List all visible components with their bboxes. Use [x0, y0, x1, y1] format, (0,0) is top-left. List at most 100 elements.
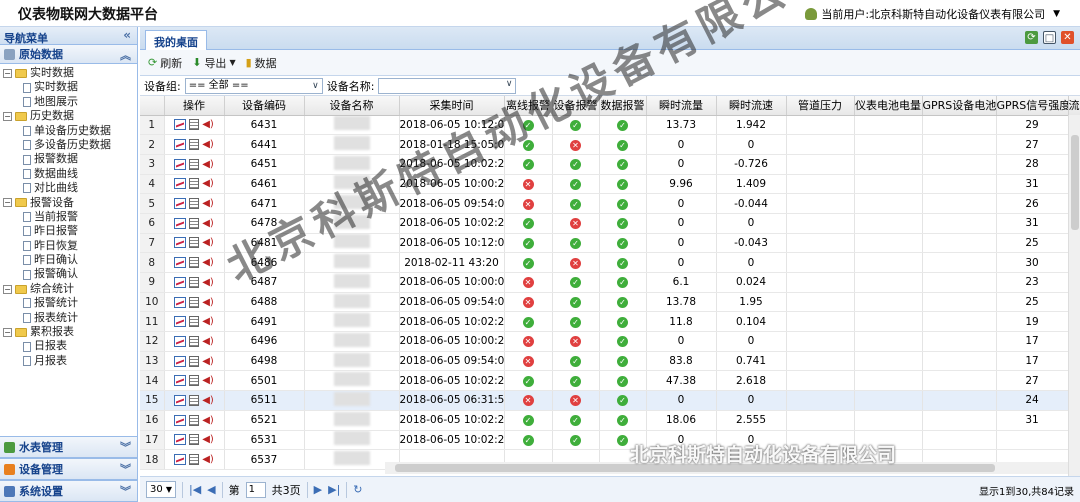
panel-device-management[interactable]: 设备管理 ︾ [0, 458, 137, 480]
table-row[interactable]: 16 ◀) 6521 2018-06-05 10:02:23 ✓ ✓ ✓ 18.06 2.555… [140, 410, 1080, 431]
column-header[interactable]: 设备编码 [224, 96, 305, 116]
list-icon[interactable] [189, 139, 200, 151]
tree-item[interactable]: 对比曲线 [3, 181, 137, 195]
speaker-icon[interactable]: ◀) [202, 198, 214, 209]
scroll-thumb[interactable] [1071, 135, 1079, 230]
chart-icon[interactable] [174, 316, 187, 328]
list-icon[interactable] [189, 257, 200, 269]
list-icon[interactable] [189, 237, 200, 249]
list-icon[interactable] [189, 198, 200, 210]
tree-item[interactable]: 月报表 [3, 354, 137, 368]
column-header[interactable]: 离线报警 [504, 96, 553, 116]
table-row[interactable]: 3 ◀) 6451 2018-06-05 10:02:26 ✓ ✓ ✓ 0 -0.726 28 [140, 154, 1080, 175]
list-icon[interactable] [189, 414, 200, 426]
list-icon[interactable] [189, 296, 200, 308]
speaker-icon[interactable]: ◀) [202, 139, 214, 150]
speaker-icon[interactable]: ◀) [202, 277, 214, 288]
tree-item[interactable]: 报警数据 [3, 152, 137, 166]
column-header[interactable]: 管道压力 [786, 96, 855, 116]
tree-item[interactable]: 单设备历史数据 [3, 124, 137, 138]
tree-folder[interactable]: − 累积报表 [3, 325, 137, 339]
column-header[interactable]: 设备报警 [552, 96, 600, 116]
list-icon[interactable] [189, 276, 200, 288]
table-row[interactable]: 9 ◀) 6487 2018-06-05 10:00:00 ✕ ✓ ✓ 6.1 0.024 23 [140, 272, 1080, 293]
chart-icon[interactable] [174, 198, 187, 210]
reload-icon[interactable]: ↻ [353, 483, 362, 496]
chart-icon[interactable] [174, 434, 187, 446]
collapse-toggle-icon[interactable]: − [3, 111, 12, 121]
tree-item[interactable]: 昨日确认 [3, 253, 137, 267]
speaker-icon[interactable]: ◀) [202, 395, 214, 406]
speaker-icon[interactable]: ◀) [202, 257, 214, 268]
next-page-button[interactable]: ▶ [314, 483, 322, 496]
list-icon[interactable] [189, 178, 200, 190]
chart-icon[interactable] [174, 119, 187, 131]
tree-item[interactable]: 当前报警 [3, 210, 137, 224]
vertical-scrollbar[interactable] [1068, 115, 1080, 476]
speaker-icon[interactable]: ◀) [202, 356, 214, 367]
table-row[interactable]: 14 ◀) 6501 2018-06-05 10:02:24 ✓ ✓ ✓ 47.38 2.618… [140, 370, 1080, 392]
export-button[interactable]: ⬇ 导出 ▼ [192, 55, 235, 71]
chart-icon[interactable] [174, 139, 187, 151]
collapse-icon[interactable]: « [123, 28, 131, 42]
column-header[interactable]: 采集时间 [399, 96, 505, 116]
refresh-icon[interactable]: ⟳ [1025, 31, 1038, 44]
table-row[interactable]: 6 ◀) 6478 2018-06-05 10:02:25 ✓ ✕ ✓ 0 0 31 [140, 213, 1080, 234]
list-icon[interactable] [189, 217, 200, 229]
table-row[interactable]: 11 ◀) 6491 2018-06-05 10:02:24 ✓ ✓ ✓ 11.8 0.104 1… [140, 311, 1080, 333]
tree-folder[interactable]: − 历史数据 [3, 109, 137, 123]
chart-icon[interactable] [174, 394, 187, 406]
chart-icon[interactable] [174, 276, 187, 288]
column-header[interactable]: 数据报警 [599, 96, 647, 116]
chevron-down-icon[interactable]: ︾ [120, 461, 131, 477]
tree-folder[interactable]: − 综合统计 [3, 282, 137, 296]
data-button[interactable]: ▮ 数据 [246, 55, 277, 71]
table-row[interactable]: 8 ◀) 6486 2018-02-11 43:20 ✓ ✕ ✓ 0 0 30 [140, 252, 1080, 273]
tree-folder[interactable]: − 报警设备 [3, 196, 137, 210]
table-row[interactable]: 12 ◀) 6496 2018-06-05 10:00:24 ✕ ✕ ✓ 0 0 17 [140, 331, 1080, 352]
speaker-icon[interactable]: ◀) [202, 375, 214, 386]
list-icon[interactable] [189, 316, 200, 328]
tree-item[interactable]: 实时数据 [3, 80, 137, 94]
list-icon[interactable] [189, 375, 200, 387]
table-row[interactable]: 17 ◀) 6531 2018-06-05 10:02:23 ✓ ✓ ✓ 0 0 [140, 430, 1080, 451]
user-menu[interactable]: 当前用户:北京科斯特自动化设备仪表有限公司 ▼ [805, 6, 1060, 22]
page-size-select[interactable]: 30 ▼ [146, 481, 176, 498]
table-row[interactable]: 15 ◀) 6511 2018-06-05 06:31:58 ✕ ✕ ✓ 0 0 24 [140, 390, 1080, 411]
device-name-input[interactable]: ∨ [378, 77, 517, 94]
chart-icon[interactable] [174, 414, 187, 426]
refresh-button[interactable]: ⟳ 刷新 [148, 55, 182, 71]
chart-icon[interactable] [174, 257, 187, 269]
last-page-button[interactable]: ▶| [328, 483, 340, 496]
chart-icon[interactable] [174, 355, 187, 367]
tree-folder[interactable]: − 实时数据 [3, 66, 137, 80]
speaker-icon[interactable]: ◀) [202, 434, 214, 445]
table-row[interactable]: 1 ◀) 6431 2018-06-05 10:12:07 ✓ ✓ ✓ 13.73 1.942 2… [140, 115, 1080, 136]
speaker-icon[interactable]: ◀) [202, 159, 214, 170]
tree-item[interactable]: 日报表 [3, 339, 137, 353]
collapse-toggle-icon[interactable]: − [3, 68, 12, 78]
chart-icon[interactable] [174, 178, 187, 190]
prev-page-button[interactable]: ◀ [207, 483, 215, 496]
table-row[interactable]: 13 ◀) 6498 2018-06-05 09:54:04 ✕ ✓ ✓ 83.8 0.741 1… [140, 351, 1080, 372]
speaker-icon[interactable]: ◀) [202, 316, 214, 327]
chart-icon[interactable] [174, 454, 187, 466]
tree-item[interactable]: 报表统计 [3, 311, 137, 325]
speaker-icon[interactable]: ◀) [202, 237, 214, 248]
list-icon[interactable] [189, 355, 200, 367]
list-icon[interactable] [189, 335, 200, 347]
chevron-down-icon[interactable]: ︾ [120, 439, 131, 455]
chart-icon[interactable] [174, 217, 187, 229]
collapse-toggle-icon[interactable]: − [3, 284, 12, 294]
chevron-up-icon[interactable]: ︽ [120, 47, 131, 63]
column-header[interactable]: 仪表电池电量 [854, 96, 923, 116]
panel-water-meter[interactable]: 水表管理 ︾ [0, 436, 137, 458]
close-icon[interactable]: ✕ [1061, 31, 1074, 44]
chevron-down-icon[interactable]: ︾ [120, 483, 131, 499]
table-row[interactable]: 4 ◀) 6461 2018-06-05 10:00:24 ✕ ✓ ✓ 9.96 1.409 31 [140, 174, 1080, 195]
column-header[interactable]: 瞬时流量 [646, 96, 717, 116]
list-icon[interactable] [189, 434, 200, 446]
tree-item[interactable]: 报警确认 [3, 267, 137, 281]
list-icon[interactable] [189, 158, 200, 170]
list-icon[interactable] [189, 119, 200, 131]
